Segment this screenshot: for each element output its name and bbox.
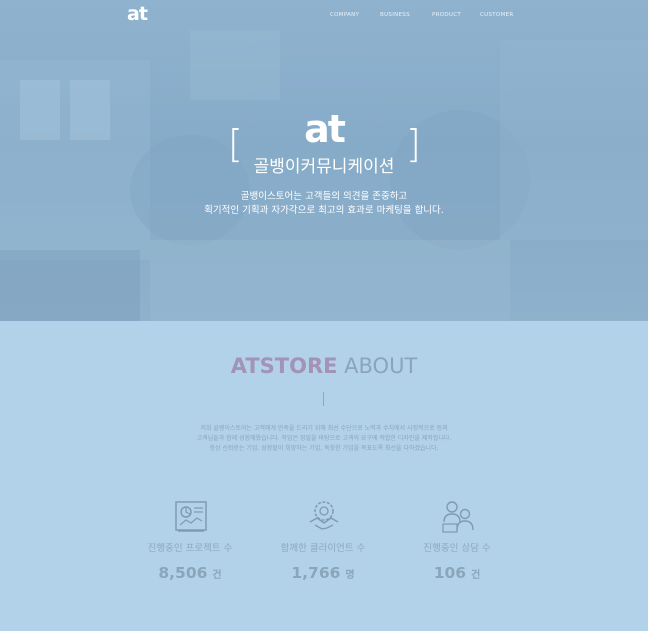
nav-item-business[interactable]: BUSINESS	[380, 10, 410, 20]
nav-item-customer[interactable]: CUSTOMER	[480, 10, 514, 20]
company-name: 골뱅이커뮤니케이션	[253, 157, 395, 177]
nav-item-company[interactable]: COMPANY	[330, 10, 359, 20]
stat-unit: 건	[471, 570, 481, 581]
stat-value: 106	[433, 564, 467, 582]
hero-logo: at	[304, 107, 346, 151]
stat-value-group: 1,766 명	[253, 562, 393, 584]
stat-projects: 진행중인 프로젝트 수 8,506 건	[120, 498, 260, 598]
stat-value-group: 106 건	[387, 562, 527, 584]
stat-value: 8,506	[158, 564, 208, 582]
stat-consultations: 진행중인 상담 수 106 건	[387, 498, 527, 598]
hero-banner: at COMPANY BUSINESS PRODUCT CUSTOMER [ ]…	[0, 0, 648, 321]
stat-unit: 건	[212, 570, 222, 581]
main-nav: COMPANY BUSINESS PRODUCT CUSTOMER	[0, 10, 648, 22]
stat-unit: 명	[345, 570, 355, 581]
about-paragraph-line-2: 고객님들과 함께 성장해왔습니다. 작업은 정밀을 바탕으로 고객의 요구에 적…	[196, 435, 452, 442]
nav-item-product[interactable]: PRODUCT	[432, 10, 461, 20]
stat-label: 진행중인 프로젝트 수	[147, 543, 233, 554]
stat-value: 1,766	[291, 564, 341, 582]
hero-description-line-2: 획기적인 기획과 자가각으로 최고의 효과로 마케팅을 합니다.	[204, 205, 444, 216]
presentation-chart-icon	[175, 501, 207, 532]
about-divider	[323, 392, 324, 406]
about-title: ATSTORE ABOUT	[0, 352, 648, 380]
stat-clients: 함께한 클라이언트 수 1,766 명	[253, 498, 393, 598]
stat-value-group: 8,506 건	[120, 562, 260, 584]
about-paragraph-line-1: 저희 골뱅이스토어는 고객에게 만족을 드리기 위해 최선 수단으로 노력과 수…	[200, 425, 448, 432]
about-title-word: ABOUT	[344, 354, 418, 378]
handshake-gear-icon	[309, 501, 339, 530]
about-title-brand: ATSTORE	[230, 354, 338, 378]
stat-label: 진행중인 상담 수	[423, 543, 491, 554]
consultation-people-icon	[442, 501, 474, 533]
stat-label: 함께한 클라이언트 수	[280, 543, 366, 554]
about-paragraph-line-3: 항상 신뢰받는 기업, 성장할이 희망하는 기업, 독창한 기업을 목표도록 최…	[209, 445, 439, 452]
hero-description-line-1: 골뱅이스토어는 고객들의 의견을 존중하고	[240, 191, 408, 202]
